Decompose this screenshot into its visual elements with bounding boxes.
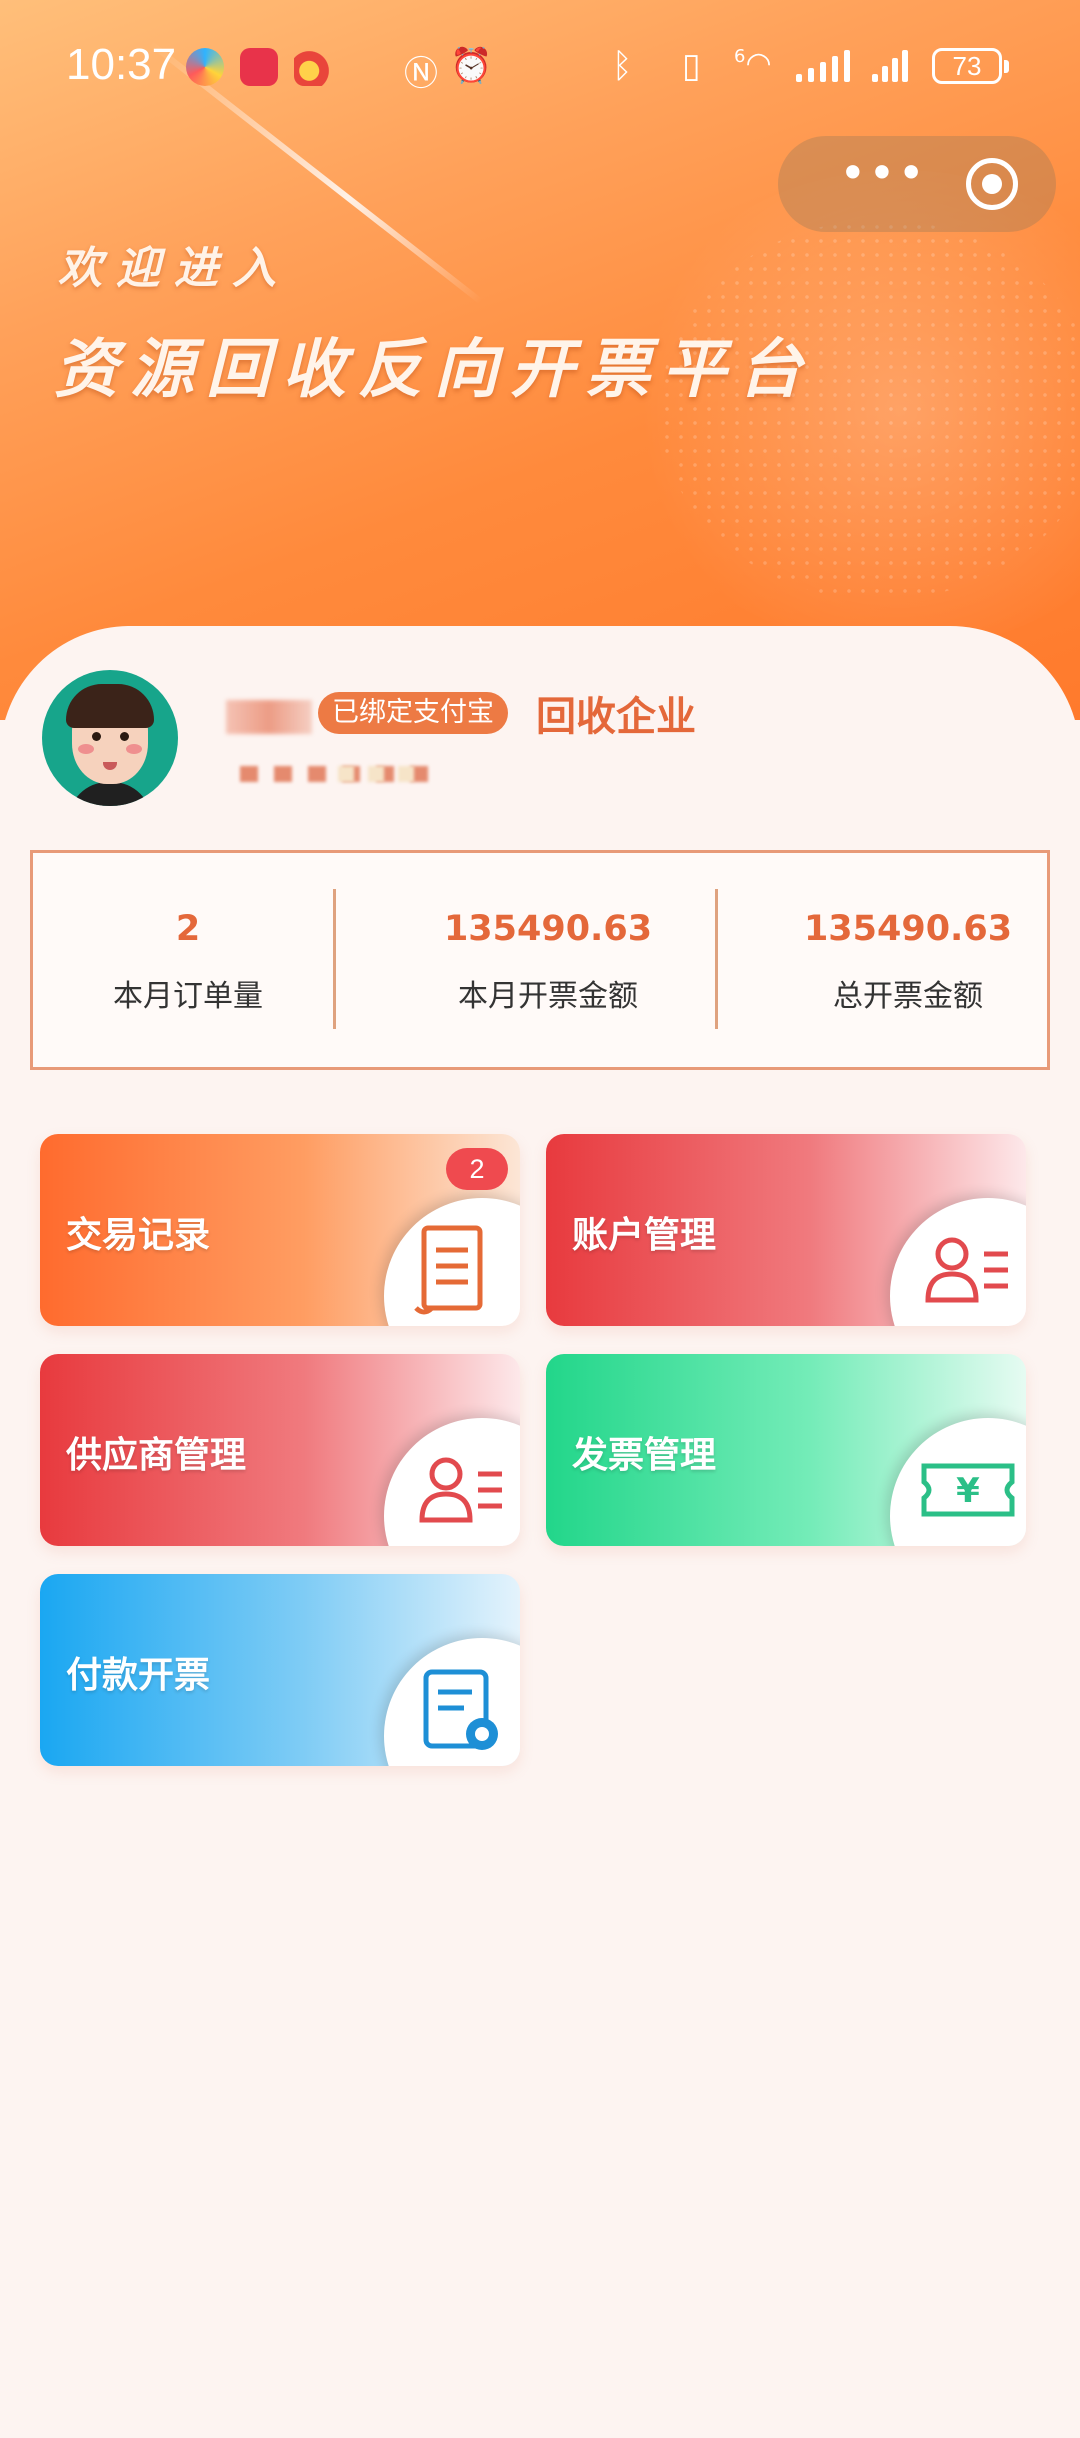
document-icon bbox=[384, 1198, 520, 1326]
stat-monthly-invoice-amount: 135490.63 本月开票金额 bbox=[393, 853, 703, 1067]
menu-payment-invoicing[interactable]: 付款开票 bbox=[40, 1574, 520, 1766]
alipay-bound-badge: 已绑定支付宝 bbox=[318, 692, 508, 734]
platform-title: 资源回收反向开票平台 bbox=[54, 332, 814, 407]
network-label: 6 bbox=[734, 46, 746, 67]
svg-text:¥: ¥ bbox=[956, 1471, 980, 1511]
menu-label: 账户管理 bbox=[572, 1215, 717, 1256]
stat-divider bbox=[715, 889, 718, 1029]
menu-label: 交易记录 bbox=[66, 1215, 211, 1256]
stat-value: 2 bbox=[175, 909, 201, 949]
company-name-redacted bbox=[226, 700, 312, 734]
welcome-text: 欢迎进入 bbox=[58, 243, 290, 294]
stat-value: 135490.63 bbox=[443, 909, 653, 949]
signal-2-icon bbox=[872, 50, 922, 82]
status-time: 10:37 bbox=[66, 40, 177, 89]
signal-1-icon bbox=[796, 50, 860, 82]
dotted-globe bbox=[660, 220, 1080, 600]
stat-monthly-orders: 2 本月订单量 bbox=[63, 853, 313, 1067]
stat-label: 本月开票金额 bbox=[458, 979, 638, 1014]
menu-supplier-management[interactable]: 供应商管理 bbox=[40, 1354, 520, 1546]
menu-label: 供应商管理 bbox=[66, 1435, 247, 1476]
transaction-count-badge: 2 bbox=[446, 1148, 508, 1190]
menu-account-management[interactable]: 账户管理 bbox=[546, 1134, 1026, 1326]
weibo-icon bbox=[294, 48, 332, 86]
miniprogram-capsule: ••• bbox=[778, 136, 1056, 232]
close-circle-button[interactable] bbox=[966, 158, 1018, 210]
ticket-yen-icon: ¥ bbox=[890, 1418, 1026, 1546]
vibrate-icon: ▯ bbox=[682, 46, 701, 86]
stat-label: 总开票金额 bbox=[833, 979, 983, 1014]
stat-total-invoice-amount: 135490.63 总开票金额 bbox=[773, 853, 1043, 1067]
menu-invoice-management[interactable]: 发票管理 ¥ bbox=[546, 1354, 1026, 1546]
more-button[interactable]: ••• bbox=[818, 150, 948, 210]
stat-value: 135490.63 bbox=[803, 909, 1013, 949]
status-bar: 10:37 Ⓝ ⏰ ᛒ ▯ 6◠ 73 bbox=[0, 0, 1080, 130]
invoice-pay-icon bbox=[384, 1638, 520, 1766]
company-type-label: 回收企业 bbox=[536, 694, 696, 740]
menu-label: 发票管理 bbox=[572, 1435, 717, 1476]
stat-divider bbox=[333, 889, 336, 1029]
nfc-icon: Ⓝ bbox=[404, 54, 438, 94]
alarm-icon: ⏰ bbox=[450, 46, 493, 86]
app-notification-icon bbox=[186, 48, 224, 86]
menu-label: 付款开票 bbox=[66, 1655, 211, 1696]
huawei-store-icon bbox=[240, 48, 278, 86]
wifi-icon: 6◠ bbox=[734, 46, 772, 81]
user-list-icon bbox=[384, 1418, 520, 1546]
battery-icon: 73 bbox=[932, 48, 1009, 84]
user-list-icon bbox=[890, 1198, 1026, 1326]
avatar[interactable] bbox=[42, 670, 178, 806]
stat-label: 本月订单量 bbox=[113, 979, 263, 1014]
bluetooth-icon: ᛒ bbox=[612, 46, 633, 86]
stats-panel: 2 本月订单量 135490.63 本月开票金额 135490.63 总开票金额 bbox=[30, 850, 1050, 1070]
account-id-redacted-tail bbox=[338, 766, 424, 782]
